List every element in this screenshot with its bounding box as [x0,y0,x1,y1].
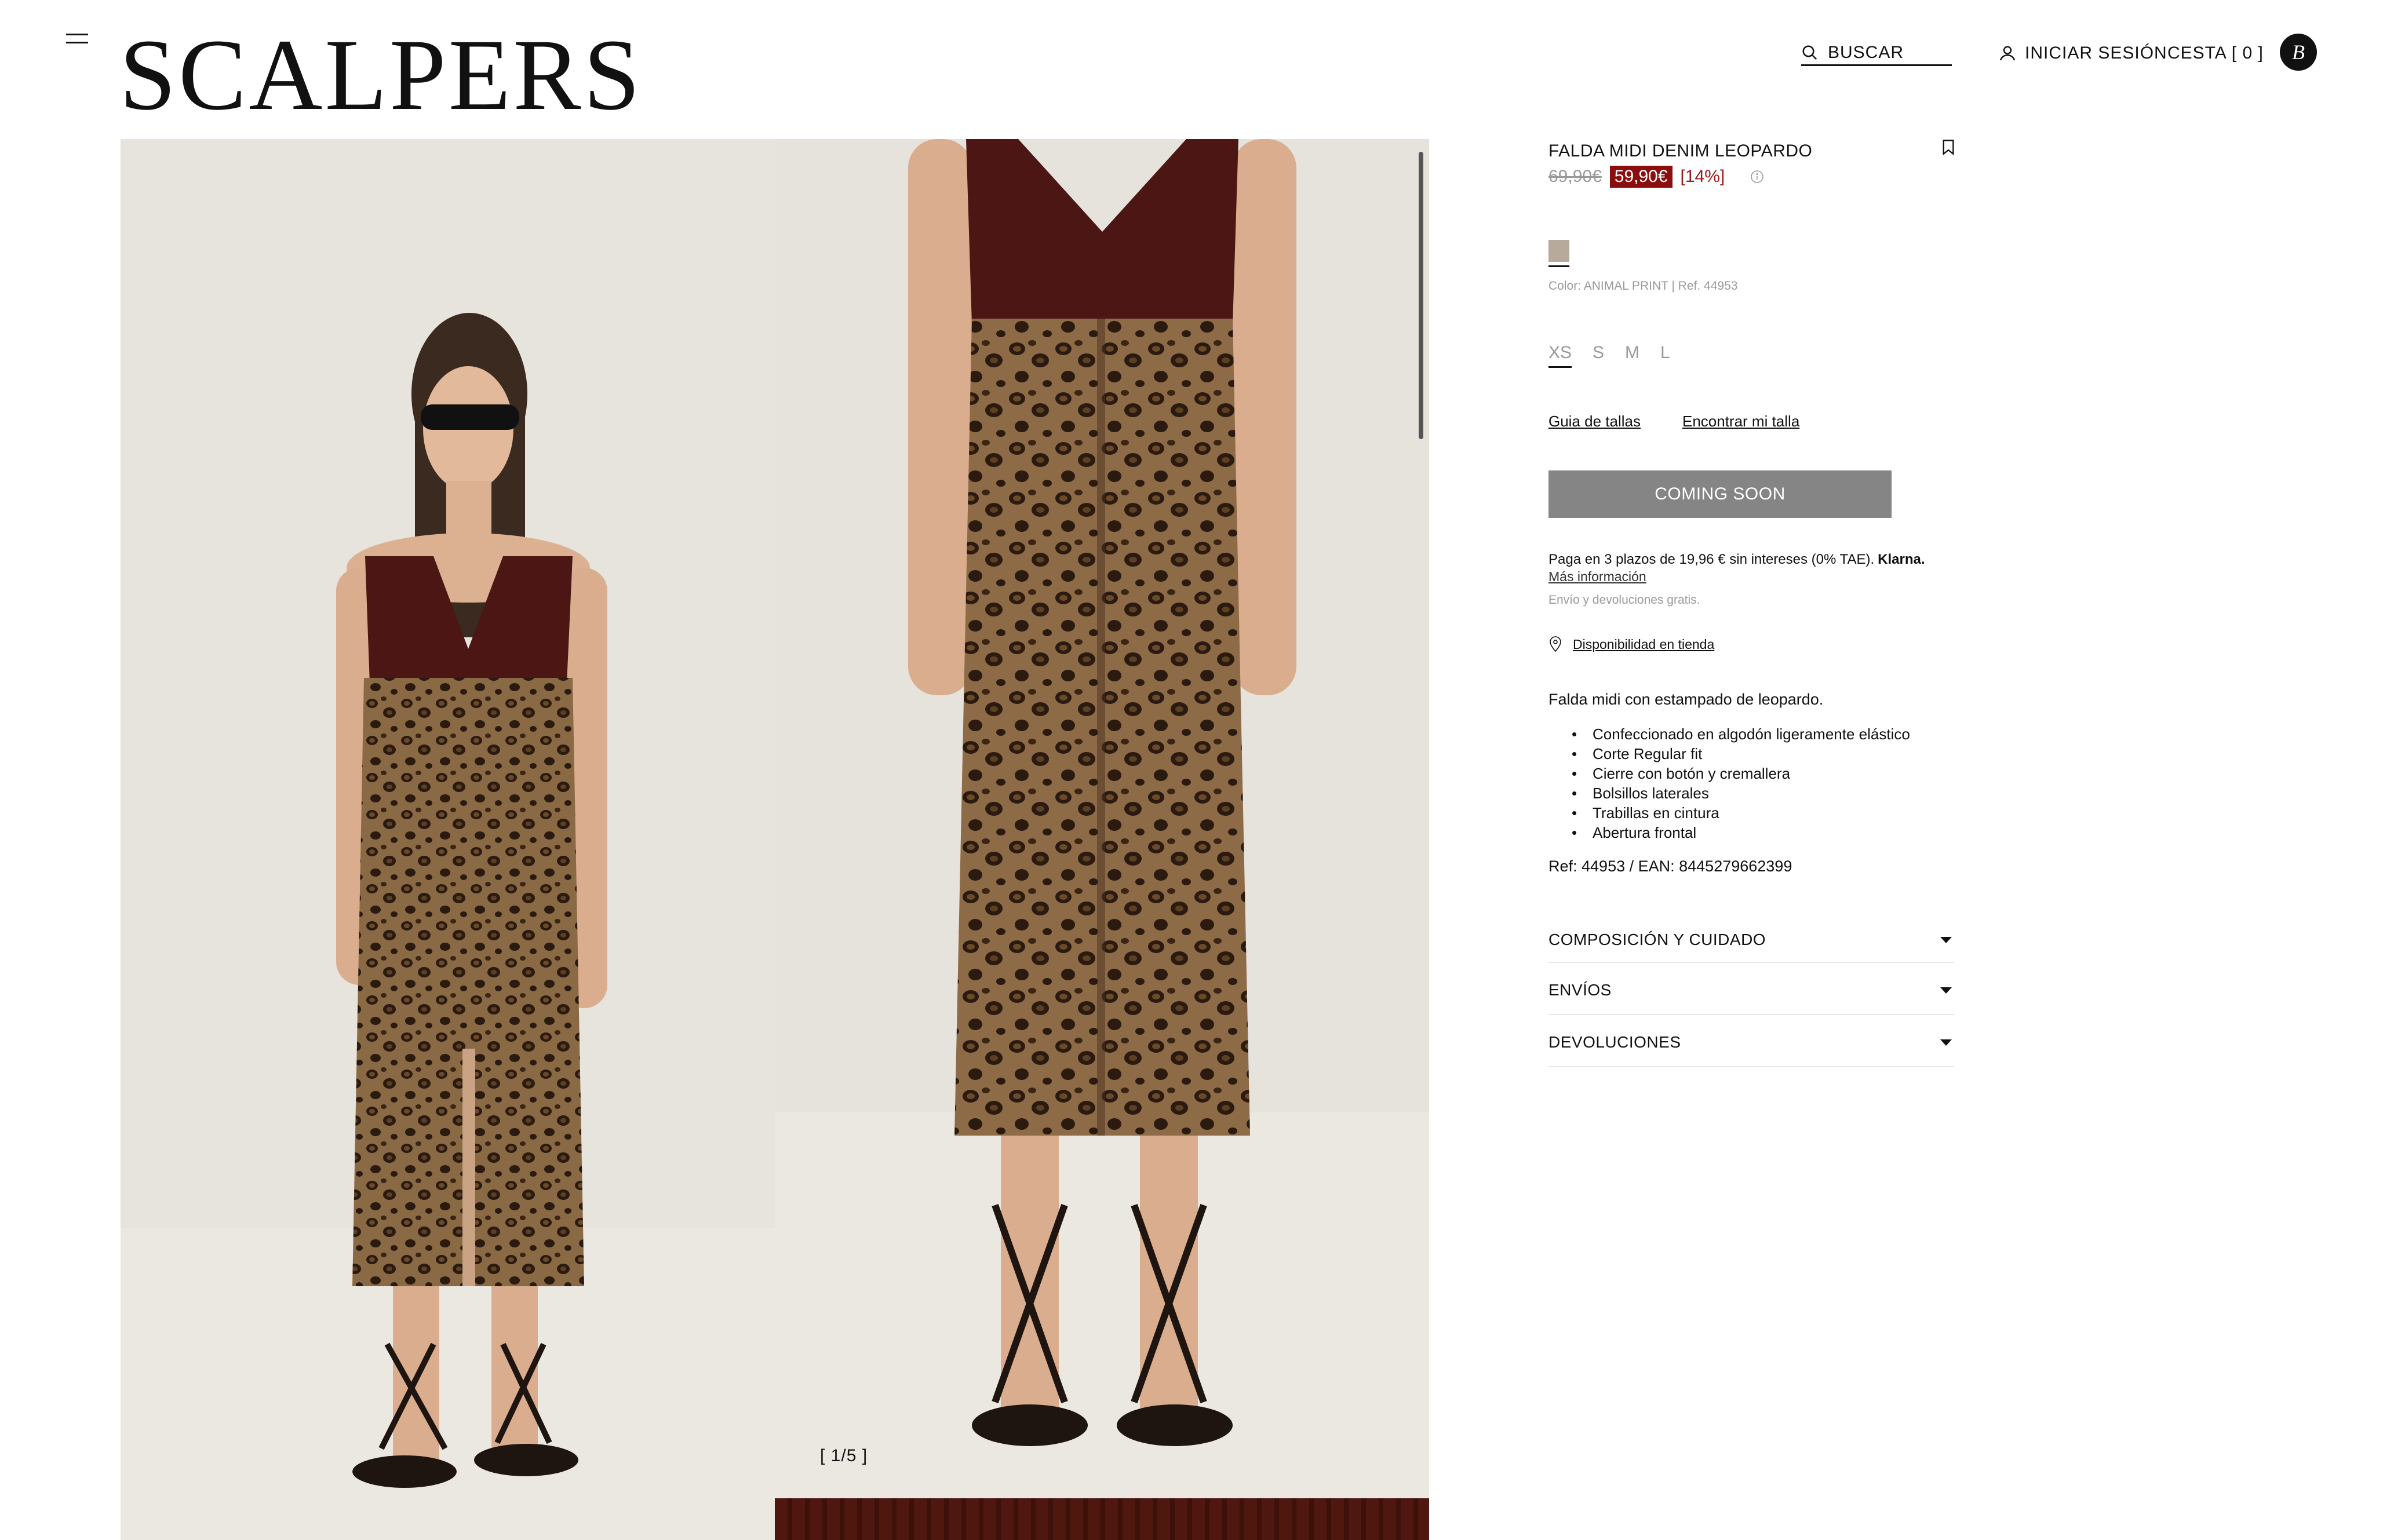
price-row: 69,90€ 59,90€ [14%] [1548,166,1764,188]
size-option-xs[interactable]: XS [1548,343,1572,368]
search-icon [1802,45,1817,60]
store-availability-link[interactable]: Disponibilidad en tienda [1548,636,1714,652]
accordion-returns[interactable]: DEVOLUCIONES [1548,1015,1954,1067]
cart-label: CESTA [2167,43,2227,63]
feature-item: Cierre con botón y cremallera [1572,764,1910,783]
bookmark-icon[interactable] [1943,139,1954,155]
caret-down-icon [1940,936,1952,943]
login-button[interactable]: INICIAR SESIÓN [1998,42,2167,65]
search-label: BUSCAR [1828,42,1904,62]
coming-soon-button[interactable]: COMING SOON [1548,470,1892,518]
gallery-scrollbar[interactable] [1419,152,1423,439]
feature-item: Confeccionado en algodón ligeramente elá… [1572,724,1910,744]
klarna-logo: Klarna. [1878,552,1925,567]
discount-badge: [14%] [1680,167,1725,186]
product-photo-front[interactable] [121,139,775,1540]
cart-count: [ 0 ] [2231,43,2264,63]
gallery-counter: [ 1/5 ] [820,1446,868,1465]
user-icon [1999,46,2016,61]
accordion-shipping[interactable]: ENVÍOS [1548,963,1954,1015]
size-selector: XS S M L [1548,343,1670,368]
feature-item: Bolsillos laterales [1572,783,1910,803]
reference-ean: Ref: 44953 / EAN: 8445279662399 [1548,857,1792,875]
find-my-size-link[interactable]: Encontrar mi talla [1682,413,1799,430]
caret-down-icon [1940,987,1952,994]
model-front-image [121,139,775,1540]
product-description: Falda midi con estampado de leopardo. [1548,691,1824,708]
size-help-links: Guia de tallas Encontrar mi talla [1548,413,1799,430]
size-guide-link[interactable]: Guia de tallas [1548,413,1641,430]
klarna-installments: Paga en 3 plazos de 19,96 € sin interese… [1548,552,1925,568]
info-accordion: COMPOSICIÓN Y CUIDADO ENVÍOS DEVOLUCIONE… [1548,914,1954,1067]
caret-down-icon [1940,1039,1952,1046]
search-input[interactable]: BUSCAR [1801,41,1952,66]
size-option-m[interactable]: M [1625,343,1639,368]
location-pin-icon [1550,636,1561,652]
cart-button[interactable]: CESTA [ 0 ] [2167,42,2264,65]
feature-item: Corte Regular fit [1572,744,1910,764]
feature-item: Trabillas en cintura [1572,803,1910,823]
store-availability-label: Disponibilidad en tienda [1573,636,1715,652]
sale-price: 59,90€ [1609,166,1673,188]
brand-logo[interactable]: SCALPERS [119,17,643,133]
info-icon[interactable] [1750,170,1764,184]
product-gallery[interactable] [121,139,1429,1540]
size-option-s[interactable]: S [1593,343,1604,368]
brand-badge[interactable]: B [2280,34,2317,71]
next-photo-preview[interactable] [775,1498,1429,1540]
size-option-l[interactable]: L [1660,343,1670,368]
feature-list: Confeccionado en algodón ligeramente elá… [1572,724,1910,842]
old-price: 69,90€ [1548,167,1602,186]
hamburger-menu-icon[interactable] [66,31,89,46]
color-swatch-animal-print[interactable] [1548,240,1569,262]
product-title: FALDA MIDI DENIM LEOPARDO [1548,141,1813,160]
accordion-label: DEVOLUCIONES [1548,1033,1681,1051]
shipping-note: Envío y devoluciones gratis. [1548,593,1700,607]
color-ref-info: Color: ANIMAL PRINT | Ref. 44953 [1548,279,1738,293]
accordion-label: ENVÍOS [1548,981,1612,999]
feature-item: Abertura frontal [1572,823,1910,842]
more-info-link[interactable]: Más información [1548,569,1646,585]
login-label: INICIAR SESIÓN [2025,43,2167,63]
swatch-selected-indicator [1548,265,1569,267]
klarna-text: Paga en 3 plazos de 19,96 € sin interese… [1548,552,1875,567]
model-detail-image [775,139,1429,1540]
accordion-label: COMPOSICIÓN Y CUIDADO [1548,930,1766,948]
accordion-composition[interactable]: COMPOSICIÓN Y CUIDADO [1548,914,1954,963]
product-photo-detail[interactable] [775,139,1429,1540]
